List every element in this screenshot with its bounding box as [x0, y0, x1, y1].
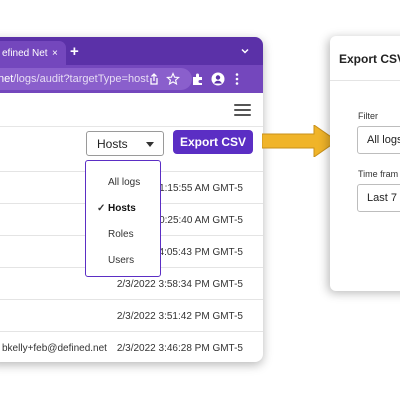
profile-icon[interactable]	[211, 72, 225, 86]
export-csv-panel: Export CSV Filter All logs Time fram Las…	[330, 36, 400, 291]
log-type-select[interactable]: Hosts	[86, 131, 164, 156]
tab-close-button[interactable]: ×	[52, 48, 58, 59]
chevron-down-icon	[146, 142, 154, 147]
menu-item-hosts[interactable]: ✓ Hosts	[86, 197, 160, 221]
menu-item-label: Users	[108, 255, 135, 266]
filter-select[interactable]: All logs	[357, 126, 400, 154]
share-icon[interactable]	[147, 72, 161, 86]
tab-bar: efined Net × +	[0, 37, 263, 65]
row-user: bkelly+feb@defined.net	[2, 343, 107, 354]
extensions-icon[interactable]	[191, 72, 205, 86]
timeframe-select-value: Last 7 d	[367, 192, 400, 204]
log-type-dropdown-menu: All logs ✓ Hosts Roles Users	[85, 160, 161, 277]
address-bar[interactable]: net/logs/audit?targetType=host	[0, 68, 192, 90]
url-host: net	[0, 73, 14, 85]
tab-title: efined Net	[2, 48, 48, 59]
menu-item-label: All logs	[108, 177, 141, 188]
more-icon[interactable]	[230, 72, 244, 86]
filter-label: Filter	[358, 111, 378, 121]
menu-item-users[interactable]: Users	[86, 249, 160, 273]
browser-tab[interactable]: efined Net ×	[0, 41, 66, 65]
timeframe-label: Time fram	[358, 169, 399, 179]
export-csv-button[interactable]: Export CSV	[173, 130, 253, 154]
chevron-down-icon[interactable]	[241, 47, 249, 55]
address-bar-row: net/logs/audit?targetType=host	[0, 65, 263, 93]
url-path: /logs/audit?targetType=host	[13, 73, 149, 85]
divider	[330, 80, 400, 81]
timeframe-select[interactable]: Last 7 d	[357, 184, 400, 212]
panel-title: Export CSV	[339, 52, 400, 66]
new-tab-button[interactable]: +	[70, 43, 79, 60]
log-type-value: Hosts	[97, 137, 128, 151]
menu-item-label: Roles	[108, 229, 134, 240]
star-icon[interactable]	[166, 72, 180, 86]
hamburger-menu-icon[interactable]	[234, 104, 251, 116]
row-timestamp: 2/3/2022 3:46:28 PM GMT-5	[116, 343, 243, 354]
app-header	[0, 93, 263, 127]
table-row[interactable]: 2/3/2022 3:51:42 PM GMT-5	[0, 299, 263, 331]
menu-item-all-logs[interactable]: All logs	[86, 171, 160, 195]
row-timestamp: 2/3/2022 3:58:34 PM GMT-5	[116, 279, 243, 290]
menu-item-label: Hosts	[108, 203, 136, 214]
table-row[interactable]: bkelly+feb@defined.net 2/3/2022 3:46:28 …	[0, 331, 263, 362]
menu-item-roles[interactable]: Roles	[86, 223, 160, 247]
browser-window: efined Net × + net/logs/audit?targetType…	[0, 37, 263, 362]
filter-select-value: All logs	[367, 134, 400, 146]
right-arrow-icon	[262, 125, 338, 157]
check-icon: ✓	[97, 203, 106, 214]
row-timestamp: 2/3/2022 3:51:42 PM GMT-5	[116, 311, 243, 322]
